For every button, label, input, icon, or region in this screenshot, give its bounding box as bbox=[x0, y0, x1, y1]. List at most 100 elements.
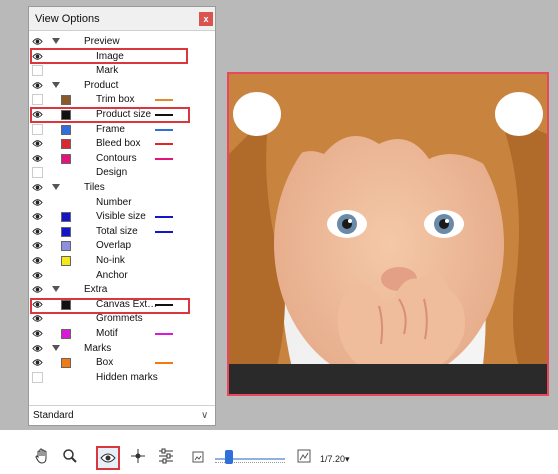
expand-caret-icon[interactable] bbox=[52, 286, 60, 293]
tree-row[interactable]: Motif bbox=[29, 327, 215, 342]
tree-row[interactable]: Tiles bbox=[29, 181, 215, 196]
tree-row[interactable]: Overlap bbox=[29, 239, 215, 254]
view-options-panel: View Options x Preview Image Mark Product Tr… bbox=[28, 6, 216, 426]
visibility-toggle[interactable] bbox=[32, 65, 43, 77]
tree-row-label: Grommets bbox=[96, 313, 143, 325]
expand-caret-icon[interactable] bbox=[52, 184, 60, 190]
tree-row-label: Preview bbox=[84, 36, 120, 47]
highlight-product-size-row bbox=[30, 107, 190, 123]
view-mode-select[interactable]: Standard ∨ bbox=[29, 405, 215, 425]
sliders-icon[interactable] bbox=[156, 448, 176, 468]
color-swatch[interactable] bbox=[61, 212, 71, 223]
tree-row[interactable]: Mark bbox=[29, 64, 215, 79]
eye-icon[interactable] bbox=[32, 343, 43, 354]
tree-row-label: Total size bbox=[96, 225, 138, 237]
tree-row[interactable]: Total size bbox=[29, 225, 215, 240]
tree-row[interactable]: Visible size bbox=[29, 210, 215, 225]
tree-row-label: Bleed box bbox=[96, 138, 141, 150]
tree-row-label: No-ink bbox=[96, 255, 125, 266]
tree-row-label: Trim box bbox=[96, 94, 135, 106]
expand-caret-icon[interactable] bbox=[52, 344, 60, 351]
color-swatch[interactable] bbox=[61, 226, 71, 237]
tree-row-label: Frame bbox=[96, 123, 125, 135]
eye-icon[interactable] bbox=[32, 211, 43, 222]
eye-icon[interactable] bbox=[32, 80, 43, 91]
eye-icon[interactable] bbox=[32, 270, 43, 281]
color-swatch[interactable] bbox=[61, 256, 71, 266]
tree-row[interactable]: Design bbox=[29, 166, 215, 181]
hand-icon[interactable] bbox=[32, 448, 52, 468]
expand-caret-icon[interactable] bbox=[52, 81, 60, 88]
zoom-slider-handle[interactable] bbox=[225, 450, 233, 464]
chevron-down-icon: ∨ bbox=[201, 410, 209, 421]
tree-row[interactable]: Contours bbox=[29, 152, 215, 167]
tree-row[interactable]: Extra bbox=[29, 283, 215, 298]
line-style-icon[interactable] bbox=[155, 157, 173, 160]
tree-row-label: Number bbox=[96, 196, 132, 208]
small-image-icon[interactable] bbox=[188, 448, 208, 468]
tree-row-label: Overlap bbox=[96, 240, 132, 252]
color-swatch[interactable] bbox=[61, 95, 71, 106]
image-preview bbox=[227, 72, 549, 396]
eye-icon[interactable] bbox=[32, 153, 43, 164]
color-swatch[interactable] bbox=[61, 241, 71, 252]
eye-icon[interactable] bbox=[32, 328, 43, 339]
line-style-icon[interactable] bbox=[155, 143, 173, 146]
tree-row-label: Motif bbox=[96, 328, 118, 339]
tree-row[interactable]: Marks bbox=[29, 342, 215, 357]
tree-row[interactable]: Grommets bbox=[29, 312, 215, 327]
expand-caret-icon[interactable] bbox=[52, 38, 60, 44]
color-swatch[interactable] bbox=[61, 153, 71, 164]
color-swatch[interactable] bbox=[61, 329, 71, 339]
tree-row-label: Anchor bbox=[96, 269, 128, 281]
tree-row-label: Box bbox=[96, 357, 114, 369]
visibility-toggle[interactable] bbox=[32, 371, 43, 383]
eye-icon[interactable] bbox=[32, 226, 43, 237]
tree-row[interactable]: Product bbox=[29, 79, 215, 94]
highlight-canvas-ext-row bbox=[30, 298, 190, 314]
crosshair-icon[interactable] bbox=[128, 448, 148, 468]
eye-icon[interactable] bbox=[32, 255, 43, 266]
tree-row-label: Visible size bbox=[96, 211, 146, 223]
visibility-toggle[interactable] bbox=[32, 123, 43, 135]
tree-row[interactable]: Trim box bbox=[29, 93, 215, 108]
zoom-slider[interactable] bbox=[215, 450, 285, 466]
tree-row[interactable]: Anchor bbox=[29, 269, 215, 284]
tree-row[interactable]: Number bbox=[29, 196, 215, 211]
tree-row[interactable]: Hidden marks bbox=[29, 371, 215, 386]
eye-icon[interactable] bbox=[32, 313, 43, 324]
tree-row[interactable]: Frame bbox=[29, 123, 215, 138]
tree-row-label: Marks bbox=[84, 342, 112, 354]
color-swatch[interactable] bbox=[61, 124, 71, 135]
eye-icon[interactable] bbox=[32, 240, 43, 251]
tree-row[interactable]: Box bbox=[29, 356, 215, 371]
eye-icon[interactable] bbox=[32, 138, 43, 149]
close-button[interactable]: x bbox=[199, 12, 213, 26]
eye-icon[interactable] bbox=[32, 357, 43, 368]
eye-icon[interactable] bbox=[32, 182, 43, 193]
bottom-toolbar: 1/7.20▾ bbox=[0, 440, 558, 474]
color-swatch[interactable] bbox=[61, 139, 71, 150]
tree-row[interactable]: No-ink bbox=[29, 254, 215, 269]
line-style-icon[interactable] bbox=[155, 128, 173, 131]
eye-icon[interactable] bbox=[96, 446, 120, 470]
tree-row-label: Design bbox=[96, 167, 128, 179]
tree-row[interactable]: Bleed box bbox=[29, 137, 215, 152]
eye-icon[interactable] bbox=[32, 36, 43, 47]
line-style-icon[interactable] bbox=[155, 362, 173, 365]
highlight-image-row bbox=[30, 48, 188, 64]
magnifier-icon[interactable] bbox=[60, 448, 80, 468]
large-image-icon[interactable] bbox=[294, 448, 314, 468]
line-style-icon[interactable] bbox=[155, 333, 173, 335]
eye-icon[interactable] bbox=[32, 197, 43, 208]
color-swatch[interactable] bbox=[61, 358, 71, 369]
line-style-icon[interactable] bbox=[155, 230, 173, 233]
eye-icon[interactable] bbox=[32, 284, 43, 295]
line-style-icon[interactable] bbox=[155, 216, 173, 219]
visibility-toggle[interactable] bbox=[32, 167, 43, 179]
line-style-icon[interactable] bbox=[155, 99, 173, 102]
zoom-level-dropdown[interactable]: 1/7.20▾ bbox=[320, 454, 350, 465]
tree-row-label: Tiles bbox=[84, 182, 105, 193]
view-options-tree: Preview Image Mark Product Trim box Product s… bbox=[29, 35, 215, 399]
visibility-toggle[interactable] bbox=[32, 94, 43, 106]
